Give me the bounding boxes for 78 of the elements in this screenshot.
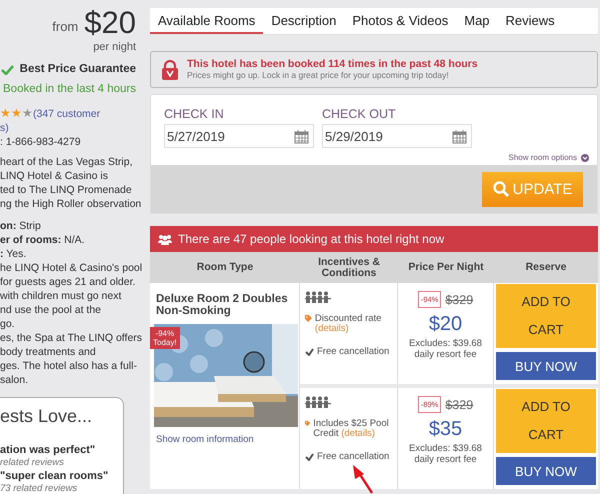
description-line: ted to The LINQ Promenade: [0, 183, 133, 197]
tab[interactable]: Description: [263, 8, 344, 34]
reviews-link[interactable]: s): [0, 121, 148, 135]
tag-icon: [305, 314, 312, 323]
tag-icon: [305, 419, 310, 428]
description-line: ges. The hotel also has a full-: [0, 359, 138, 373]
chevron-down-icon: [581, 154, 589, 162]
room-name: Deluxe Room 2 Doubles Non-Smoking: [156, 293, 289, 317]
incentive-text: Discounted rate (details): [314, 314, 382, 334]
old-price: $329: [445, 398, 474, 412]
price: $35: [428, 417, 464, 442]
old-price: $329: [445, 292, 474, 306]
alert-text: Prices might go up. Lock in a great price for your upcoming trip today!: [187, 70, 450, 81]
people-icon: [158, 234, 172, 244]
fact-line: on: Strip: [0, 219, 42, 233]
description-line: for guests ages 21 and older.: [0, 275, 136, 289]
cancellation-text: Free cancellation: [317, 347, 390, 357]
calendar-icon: [452, 128, 467, 144]
check-icon: [305, 348, 314, 356]
check-icon: [0, 64, 14, 74]
price-prefix: from: [52, 20, 78, 36]
description-line: salon.: [0, 373, 30, 387]
description-line: es, the Spa at The LINQ offers: [0, 331, 144, 345]
fee-note: Excludes: $39.68 daily resort fee: [408, 338, 483, 360]
review-count: related reviews: [0, 457, 65, 468]
discount-badge: -94% Today!: [150, 327, 180, 349]
description-line: he LINQ Hotel & Casino's pool: [0, 261, 144, 275]
description-line: body treatments and: [0, 345, 97, 359]
description-line: go.: [0, 317, 16, 331]
occupancy-icon: [305, 291, 331, 303]
description-line: heart of the Las Vegas Strip,: [0, 155, 134, 169]
booked-text: Booked in the last 4 hours: [2, 82, 137, 96]
search-icon: [492, 181, 509, 197]
price-suffix: per night: [92, 40, 137, 54]
add-to-cart-button[interactable]: ADD TO CART: [496, 389, 596, 453]
reviews-link[interactable]: (347 customer: [33, 106, 100, 120]
review-quote: ation was perfect": [0, 444, 96, 457]
star-rating: ★★★: [0, 106, 33, 121]
fact-line: er of rooms: N/A.: [0, 233, 86, 247]
date-label: CHECK OUT: [322, 106, 397, 122]
buy-now-button[interactable]: BUY NOW: [496, 457, 596, 485]
room-options-link[interactable]: Show room options: [508, 153, 577, 162]
lock-icon: [161, 60, 179, 80]
review-count: 73 related reviews: [0, 483, 78, 494]
phone-text: : 1-866-983-4279: [0, 135, 82, 149]
guarantee-text: Best Price Guarantee: [20, 62, 136, 76]
card-title: ests Love...: [0, 405, 94, 428]
tab[interactable]: Photos & Videos: [344, 8, 456, 34]
description-line: with children must go next: [0, 289, 122, 303]
incentive-text: Includes $25 Pool Credit (details): [313, 419, 390, 439]
check-icon: [305, 453, 314, 461]
banner-text: There are 47 people looking at this hotel right now: [178, 232, 444, 246]
date-label: CHECK IN: [164, 106, 225, 122]
column-header: Price Per Night: [398, 252, 494, 283]
annotation-arrow: [352, 464, 374, 494]
calendar-icon: [294, 128, 309, 144]
cancellation-text: Free cancellation: [317, 452, 390, 462]
description-line: nd use the pool at the: [0, 303, 102, 317]
column-header: Incentives & Conditions: [300, 252, 398, 283]
price: $20: [84, 6, 136, 40]
alert-title: This hotel has been booked 114 times in the past 48 hours: [187, 58, 478, 70]
review-quote: "super clean rooms": [0, 470, 110, 483]
price: $20: [428, 312, 464, 337]
room-info-link[interactable]: Show room information: [156, 434, 254, 445]
description-line: ng the High Roller observation: [0, 197, 142, 211]
column-header: Room Type: [150, 252, 300, 283]
tab[interactable]: Available Rooms: [150, 8, 264, 34]
column-header: Reserve: [494, 252, 598, 283]
tab[interactable]: Map: [456, 8, 498, 34]
date-field[interactable]: 5/29/2019: [322, 124, 472, 148]
fee-note: Excludes: $39.68 daily resort fee: [408, 443, 483, 465]
description-line: LINQ Hotel & Casino is: [0, 169, 109, 183]
fact-line: : Yes.: [0, 247, 28, 261]
add-to-cart-button[interactable]: ADD TO CART: [496, 284, 596, 348]
tab[interactable]: Reviews: [498, 8, 563, 34]
date-field[interactable]: 5/27/2019: [164, 124, 314, 148]
buy-now-button[interactable]: BUY NOW: [496, 352, 596, 380]
occupancy-icon: [305, 396, 331, 408]
